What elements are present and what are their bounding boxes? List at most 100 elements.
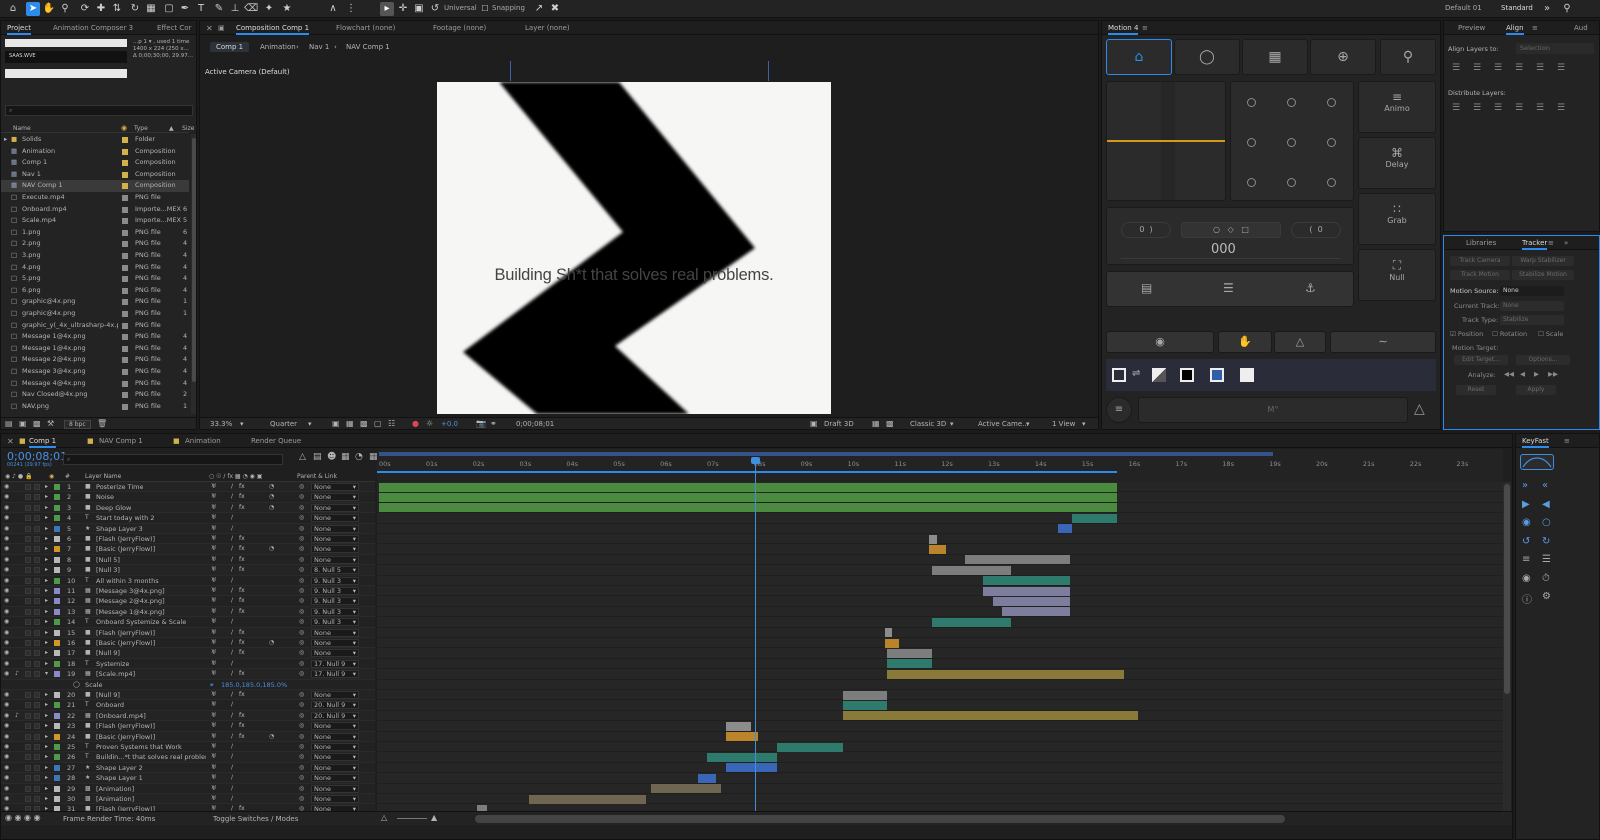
parent-select[interactable]: 9. Null 3 ▾ (311, 576, 359, 585)
layer-name[interactable]: [Null 9] (96, 690, 120, 700)
layer-duration-bar[interactable] (964, 555, 1071, 565)
layer-label-color[interactable] (54, 702, 60, 709)
eye-icon[interactable]: ◉ (4, 638, 9, 648)
sort-icon[interactable]: ☰ (1223, 281, 1234, 295)
shy-switch-icon[interactable]: ♅ (211, 607, 216, 617)
layer-duration-bar[interactable] (379, 503, 1117, 513)
pickwhip-icon[interactable]: ◎ (299, 565, 304, 575)
draft-3d-icon[interactable]: ▣ (810, 419, 818, 428)
effect-switch-icon[interactable]: fx (239, 628, 245, 638)
parent-select[interactable]: None ▾ (311, 503, 359, 512)
shy-switch-icon[interactable]: ♅ (211, 524, 216, 534)
shy-switch-icon[interactable]: ♅ (211, 711, 216, 721)
project-item[interactable]: □ Onboard.mp4 Importe...MEX 6 (1, 204, 189, 216)
no-fill-swatch[interactable] (1152, 368, 1166, 382)
layer-label-color[interactable] (54, 515, 60, 522)
track-row[interactable] (377, 607, 1503, 618)
item-label-swatch[interactable] (122, 241, 128, 248)
anchor-point-bc[interactable] (1287, 178, 1296, 187)
new-folder-icon[interactable]: ▣ (19, 419, 27, 428)
breadcrumb-animation[interactable]: Animation (260, 43, 296, 51)
eye-icon[interactable]: ◉ (4, 576, 9, 586)
layer-name[interactable]: [Message 2@4x.png] (96, 596, 165, 606)
pickwhip-icon[interactable]: ◎ (299, 669, 304, 679)
viewer-timecode[interactable]: 0;00;08;01 (516, 420, 554, 428)
layer-row[interactable]: ◉ ▸ 10 T All within 3 months ♅ ∕ ◎ 9. Null 3 ▾ (1, 575, 375, 586)
quality-switch-icon[interactable]: ∕ (231, 534, 233, 544)
layer-row[interactable]: ◉ ▸ 2 ■ Noise ♅ ∕ fx ◔ ◎ None ▾ (1, 492, 375, 503)
project-item[interactable]: □ Message 1@4x.png PNG file 4 (1, 343, 189, 355)
layer-name[interactable]: [Basic (JerryFlow)] (96, 638, 155, 648)
playhead-handle[interactable] (751, 457, 761, 464)
lock-toggle[interactable] (34, 712, 40, 719)
lock-toggle[interactable] (34, 494, 40, 501)
pan-camera-icon[interactable]: ✚ (94, 2, 108, 16)
playhead[interactable] (751, 457, 761, 813)
eye-icon[interactable]: ◉ (4, 492, 9, 502)
stroke-swatch[interactable] (1112, 368, 1126, 382)
fast-previews-icon[interactable]: ▣ (332, 419, 340, 428)
pickwhip-icon[interactable]: ◎ (299, 659, 304, 669)
eye-icon[interactable]: ◉ (4, 513, 9, 523)
item-label-swatch[interactable] (122, 403, 128, 410)
shy-switch-icon[interactable]: ♅ (211, 721, 216, 731)
keyfast-action-icon[interactable]: ☰ (1542, 554, 1551, 565)
null-button[interactable]: ⛶ Null (1358, 249, 1436, 301)
home-icon[interactable]: ⌂ (6, 2, 20, 16)
easing-curve[interactable] (1107, 140, 1225, 142)
lock-icon[interactable]: ▣ (218, 24, 225, 32)
item-label-swatch[interactable] (122, 253, 128, 259)
quality-switch-icon[interactable]: ∕ (231, 576, 233, 586)
layer-row[interactable]: ◉ ▸ 18 T Systemize ♅ ∕ ◎ 17. Null 9 ▾ (1, 658, 375, 670)
edit-target-button[interactable]: Edit Target... (1454, 355, 1508, 365)
pickwhip-icon[interactable]: ◎ (299, 482, 304, 492)
expand-icon[interactable]: ▸ (45, 732, 48, 742)
project-item[interactable]: □ NAV.png PNG file 1 (1, 401, 189, 413)
layer-duration-bar[interactable] (983, 576, 1071, 586)
track-row[interactable] (377, 586, 1503, 597)
item-label-swatch[interactable] (122, 148, 128, 155)
timeline-zoom-slider[interactable] (397, 818, 427, 819)
pickwhip-icon[interactable]: ◎ (299, 576, 304, 586)
eye-icon[interactable]: ◉ (4, 700, 9, 710)
toggle-switches-modes[interactable]: Toggle Switches / Modes (213, 815, 298, 823)
layer-name[interactable]: Systemize (96, 659, 129, 669)
lock-toggle[interactable] (34, 525, 40, 532)
motion-grid-icon[interactable]: ▦ (1242, 39, 1308, 75)
bit-depth-button[interactable]: 8 bpc (64, 420, 91, 429)
track-row[interactable] (377, 690, 1503, 701)
align-layer-icon[interactable]: ☰ (1515, 63, 1523, 73)
effect-switch-icon[interactable]: fx (239, 586, 245, 596)
solo-toggle[interactable] (25, 504, 31, 511)
snap-options-icon[interactable]: ↗ (532, 2, 546, 16)
project-item[interactable]: □ Message 3@4x.png PNG file 4 (1, 366, 189, 378)
project-item[interactable]: ▸ ■ Solids Folder (1, 134, 189, 146)
label-column-icon[interactable]: ◉ (121, 124, 127, 132)
grab-button[interactable]: ∷ Grab (1358, 193, 1436, 245)
project-item[interactable]: □ 6.png PNG file 4 (1, 285, 189, 297)
distribute-layer-icon[interactable]: ☰ (1557, 103, 1565, 113)
lock-toggle[interactable] (34, 702, 40, 709)
expand-icon[interactable]: ▸ (45, 742, 48, 752)
lock-toggle[interactable] (34, 567, 40, 574)
link-icon[interactable]: ⚭ (209, 680, 214, 690)
project-item[interactable]: □ Message 4@4x.png PNG file 4 (1, 378, 189, 390)
value-slider[interactable] (1121, 258, 1341, 259)
quality-switch-icon[interactable]: ∕ (231, 628, 233, 638)
align-layer-icon[interactable]: ☰ (1536, 63, 1544, 73)
layer-label-color[interactable] (54, 577, 60, 584)
expand-icon[interactable]: ▸ (45, 513, 48, 523)
expand-icon[interactable]: ▸ (45, 659, 48, 669)
layer-name[interactable]: [Null 5] (96, 555, 120, 565)
project-scrollbar[interactable] (191, 134, 196, 414)
lock-toggle[interactable] (34, 775, 40, 782)
parent-select[interactable]: None ▾ (311, 628, 359, 637)
eye-icon[interactable]: ◉ (4, 711, 9, 721)
snap-close-icon[interactable]: ✖ (548, 2, 562, 16)
tab-tracker[interactable]: Tracker (1522, 239, 1548, 250)
workspace-menu-icon[interactable]: » (1540, 2, 1554, 16)
rotate-tool-icon[interactable]: ↻ (128, 2, 142, 16)
resolution-select[interactable]: Quarter (270, 420, 297, 428)
warning-icon[interactable]: △ (1414, 401, 1425, 417)
col-number[interactable]: # (65, 473, 70, 480)
